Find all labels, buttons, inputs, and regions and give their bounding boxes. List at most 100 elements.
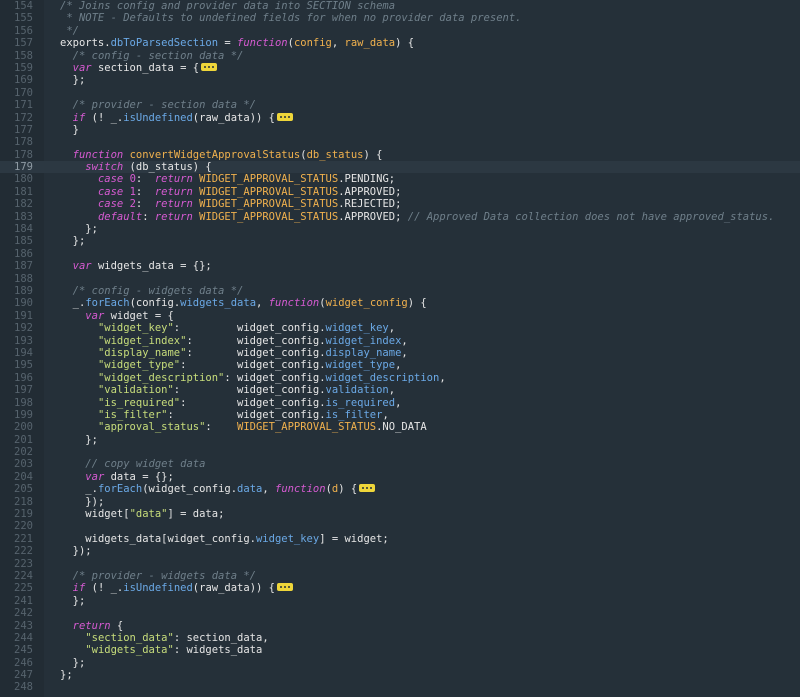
code-token: : widget_config. — [186, 346, 326, 359]
code-token: (! _. — [85, 582, 124, 595]
code-line[interactable]: 242 — [0, 607, 800, 619]
code-line[interactable]: 179 switch (db_status) { — [0, 161, 800, 174]
code-token: , — [262, 483, 275, 496]
code-line[interactable]: 178 — [0, 136, 800, 148]
code-line[interactable]: 191 var widget = { — [0, 310, 800, 322]
code-line[interactable]: 159 var section_data = { — [0, 62, 800, 74]
code-line[interactable]: 181 case 1: return WIDGET_APPROVAL_STATU… — [0, 186, 800, 198]
code-line[interactable]: 178 function convertWidgetApprovalStatus… — [0, 149, 800, 161]
code-area[interactable]: 154 /* Joins config and provider data int… — [0, 0, 800, 694]
code-line[interactable]: 184 }; — [0, 223, 800, 235]
fold-ellipsis-icon[interactable] — [359, 484, 376, 493]
code-line[interactable]: 171 /* provider - section data */ — [0, 99, 800, 111]
line-number: 247 — [14, 669, 33, 682]
code-line[interactable]: 222 }); — [0, 545, 800, 557]
code-line[interactable]: 196 "widget_description": widget_config.… — [0, 372, 800, 384]
line-number: 248 — [14, 681, 33, 694]
code-line[interactable]: 243 return { — [0, 620, 800, 632]
code-token: .APPROVED; — [338, 210, 408, 223]
code-line[interactable]: 203 // copy widget data — [0, 458, 800, 470]
code-line[interactable]: 186 — [0, 248, 800, 260]
code-line[interactable]: 195 "widget_type": widget_config.widget_… — [0, 359, 800, 371]
code-line[interactable]: 241 }; — [0, 595, 800, 607]
line-number: 183 — [14, 210, 33, 223]
code-line[interactable]: 221 widgets_data[widget_config.widget_ke… — [0, 533, 800, 545]
line-text: * NOTE - Defaults to undefined fields fo… — [60, 12, 521, 24]
code-line[interactable]: 180 case 0: return WIDGET_APPROVAL_STATU… — [0, 173, 800, 185]
code-line[interactable]: 220 — [0, 520, 800, 532]
line-text: "widget_index": widget_config.widget_ind… — [60, 335, 408, 347]
code-line[interactable]: 244 "section_data": section_data, — [0, 632, 800, 644]
fold-ellipsis-icon[interactable] — [276, 112, 293, 121]
code-line[interactable]: 224 /* provider - widgets data */ — [0, 570, 800, 582]
code-token: widget_key — [325, 322, 389, 335]
code-line[interactable]: 158 /* config - section data */ — [0, 50, 800, 62]
code-line[interactable]: 155 * NOTE - Defaults to undefined field… — [0, 12, 800, 24]
code-token: widget = { — [104, 309, 174, 322]
code-line[interactable]: 199 "is_filter": widget_config.is_filter… — [0, 409, 800, 421]
line-text: "widget_description": widget_config.widg… — [60, 372, 446, 384]
code-line[interactable]: 189 /* config - widgets data */ — [0, 285, 800, 297]
code-token: widgets_data — [180, 297, 257, 310]
line-text: }; — [60, 595, 86, 607]
code-editor[interactable]: 154 /* Joins config and provider data int… — [0, 0, 800, 697]
line-text: case 0: return WIDGET_APPROVAL_STATUS.PE… — [60, 173, 395, 185]
line-number: 182 — [14, 198, 33, 211]
code-line[interactable]: 190 _.forEach(config.widgets_data, funct… — [0, 297, 800, 309]
code-line[interactable]: 246 }; — [0, 657, 800, 669]
code-line[interactable]: 183 default: return WIDGET_APPROVAL_STAT… — [0, 211, 800, 223]
code-token: // copy widget data — [85, 458, 206, 471]
code-line[interactable]: 197 "validation": widget_config.validati… — [0, 384, 800, 396]
code-line[interactable]: 185 }; — [0, 235, 800, 247]
code-token: db_status — [306, 148, 364, 161]
code-line[interactable]: 205 _.forEach(widget_config.data, functi… — [0, 483, 800, 495]
code-line[interactable]: 156 */ — [0, 25, 800, 37]
code-line[interactable]: 198 "is_required": widget_config.is_requ… — [0, 397, 800, 409]
code-line[interactable]: 172 if (! _.isUndefined(raw_data)) { — [0, 112, 800, 124]
line-text: widgets_data[widget_config.widget_key] =… — [60, 533, 388, 545]
code-line[interactable]: 225 if (! _.isUndefined(raw_data)) { — [0, 582, 800, 594]
code-line[interactable]: 204 var data = {}; — [0, 471, 800, 483]
code-line[interactable]: 218 }); — [0, 496, 800, 508]
code-line[interactable]: 157 exports.dbToParsedSection = function(… — [0, 37, 800, 49]
code-line[interactable]: 200 "approval_status": WIDGET_APPROVAL_S… — [0, 421, 800, 433]
line-text: }; — [60, 434, 98, 446]
line-text: }; — [60, 657, 86, 669]
code-line[interactable]: 193 "widget_index": widget_config.widget… — [0, 335, 800, 347]
code-line[interactable]: 169 }; — [0, 74, 800, 86]
code-line[interactable]: 188 — [0, 273, 800, 285]
line-text: default: return WIDGET_APPROVAL_STATUS.A… — [60, 211, 774, 223]
code-token: }; — [85, 223, 98, 236]
code-line[interactable]: 248 — [0, 681, 800, 693]
code-line[interactable]: 201 }; — [0, 434, 800, 446]
code-line[interactable]: 187 var widgets_data = {}; — [0, 260, 800, 272]
line-number: 193 — [14, 334, 33, 347]
code-token: /* provider - widgets data */ — [72, 569, 256, 582]
code-line[interactable]: 247}; — [0, 669, 800, 681]
fold-ellipsis-icon[interactable] — [201, 62, 218, 71]
code-line[interactable]: 170 — [0, 87, 800, 99]
code-token: } — [72, 123, 79, 136]
code-line[interactable]: 192 "widget_key": widget_config.widget_k… — [0, 322, 800, 334]
code-line[interactable]: 202 — [0, 446, 800, 458]
line-text: "widget_key": widget_config.widget_key, — [60, 322, 395, 334]
code-line[interactable]: 177 } — [0, 124, 800, 136]
code-line[interactable]: 245 "widgets_data": widgets_data — [0, 644, 800, 656]
fold-ellipsis-icon[interactable] — [276, 583, 293, 592]
code-line[interactable]: 194 "display_name": widget_config.displa… — [0, 347, 800, 359]
code-token: if — [72, 111, 86, 124]
line-text: var section_data = { — [60, 62, 218, 74]
code-line[interactable]: 219 widget["data"] = data; — [0, 508, 800, 520]
line-number: 241 — [14, 594, 33, 607]
code-line[interactable]: 154 /* Joins config and provider data int… — [0, 0, 800, 12]
line-number: 177 — [14, 123, 33, 136]
line-text: _.forEach(config.widgets_data, function(… — [60, 297, 427, 309]
code-token: "widgets_data" — [85, 644, 174, 657]
code-line[interactable]: 223 — [0, 558, 800, 570]
code-line[interactable]: 182 case 2: return WIDGET_APPROVAL_STATU… — [0, 198, 800, 210]
code-token: data — [237, 483, 263, 496]
